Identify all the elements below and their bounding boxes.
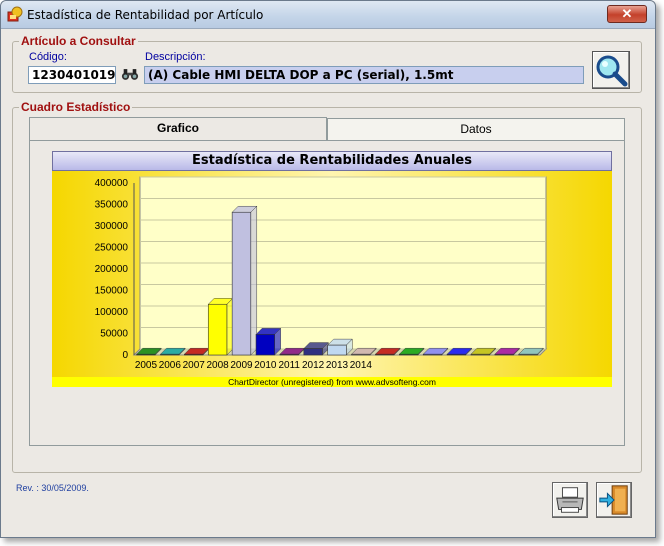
description-field[interactable]: (A) Cable HMI DELTA DOP a PC (serial), 1… bbox=[144, 66, 584, 84]
x-tick-label: 2007 bbox=[183, 360, 206, 371]
bar-2009 bbox=[231, 211, 252, 356]
print-button[interactable] bbox=[552, 482, 588, 518]
article-group-legend: Artículo a Consultar bbox=[19, 34, 138, 48]
bar-2014 bbox=[351, 353, 371, 356]
exit-door-icon bbox=[599, 485, 628, 515]
x-tick-label: 2012 bbox=[302, 360, 325, 371]
bar-empty-15 bbox=[494, 353, 514, 356]
bar-2006 bbox=[160, 353, 180, 356]
bar-empty-10 bbox=[375, 353, 395, 356]
window-title: Estadística de Rentabilidad por Artículo bbox=[27, 8, 264, 22]
y-tick-label: 250000 bbox=[95, 243, 129, 254]
bar-2008 bbox=[207, 303, 228, 356]
tab-grafico[interactable]: Grafico bbox=[29, 117, 327, 141]
y-tick-label: 50000 bbox=[100, 329, 128, 340]
x-tick-label: 2008 bbox=[206, 360, 229, 371]
bar-2010 bbox=[255, 334, 275, 356]
y-tick-label: 400000 bbox=[95, 178, 129, 189]
tab-datos[interactable]: Datos bbox=[327, 118, 625, 140]
app-icon bbox=[7, 6, 23, 22]
bar-chart: 0 50000 100000 150000 200000 250000 300000 3500… bbox=[95, 176, 548, 371]
bar-2005 bbox=[136, 353, 156, 356]
exit-button[interactable] bbox=[596, 482, 632, 518]
bar-empty-11 bbox=[399, 353, 419, 356]
bar-2012 bbox=[303, 348, 323, 356]
stats-group-legend: Cuadro Estadístico bbox=[19, 100, 133, 114]
y-tick-label: 0 bbox=[122, 350, 128, 361]
x-tick-label: 2006 bbox=[159, 360, 182, 371]
chart-tab-panel: Estadística de Rentabilidades Anuales 0 5… bbox=[29, 140, 625, 446]
bar-2011 bbox=[279, 353, 299, 356]
code-field[interactable]: 1230401019 bbox=[28, 66, 116, 84]
bar-side bbox=[250, 205, 258, 356]
code-label: Código: bbox=[29, 51, 67, 63]
x-tick-label: 2009 bbox=[230, 360, 253, 371]
chart-area: Estadística de Rentabilidades Anuales 0 5… bbox=[52, 151, 612, 387]
bar-empty-13 bbox=[446, 353, 467, 356]
y-tick-label: 200000 bbox=[95, 264, 129, 275]
y-tick-label: 100000 bbox=[95, 307, 129, 318]
y-tick-label: 300000 bbox=[95, 221, 129, 232]
description-label: Descripción: bbox=[145, 51, 206, 63]
bar-empty-16 bbox=[518, 353, 538, 356]
printer-icon bbox=[556, 487, 584, 513]
search-button[interactable] bbox=[592, 51, 630, 89]
chart-title: Estadística de Rentabilidades Anuales bbox=[52, 151, 612, 171]
bar-2007 bbox=[184, 353, 204, 356]
bar-empty-14 bbox=[470, 353, 490, 356]
y-tick-label: 350000 bbox=[95, 200, 129, 211]
chart-credit: ChartDirector (unregistered) from www.ad… bbox=[52, 377, 612, 387]
x-tick-label: 2014 bbox=[350, 360, 373, 371]
x-tick-label: 2010 bbox=[254, 360, 277, 371]
x-tick-label: 2005 bbox=[135, 360, 158, 371]
y-tick-label: 150000 bbox=[95, 286, 129, 297]
bar-empty-12 bbox=[422, 353, 443, 356]
bar-2013 bbox=[327, 344, 347, 356]
binoculars-icon[interactable] bbox=[121, 67, 139, 82]
x-tick-label: 2011 bbox=[278, 360, 300, 371]
x-tick-label: 2013 bbox=[326, 360, 349, 371]
revision-label: Rev. : 30/05/2009. bbox=[16, 483, 89, 493]
main-window: Estadística de Rentabilidad por Artículo… bbox=[0, 0, 656, 538]
title-bar[interactable]: Estadística de Rentabilidad por Artículo… bbox=[1, 1, 655, 29]
magnifier-icon bbox=[596, 55, 628, 87]
close-button[interactable]: ✕ bbox=[607, 5, 647, 23]
